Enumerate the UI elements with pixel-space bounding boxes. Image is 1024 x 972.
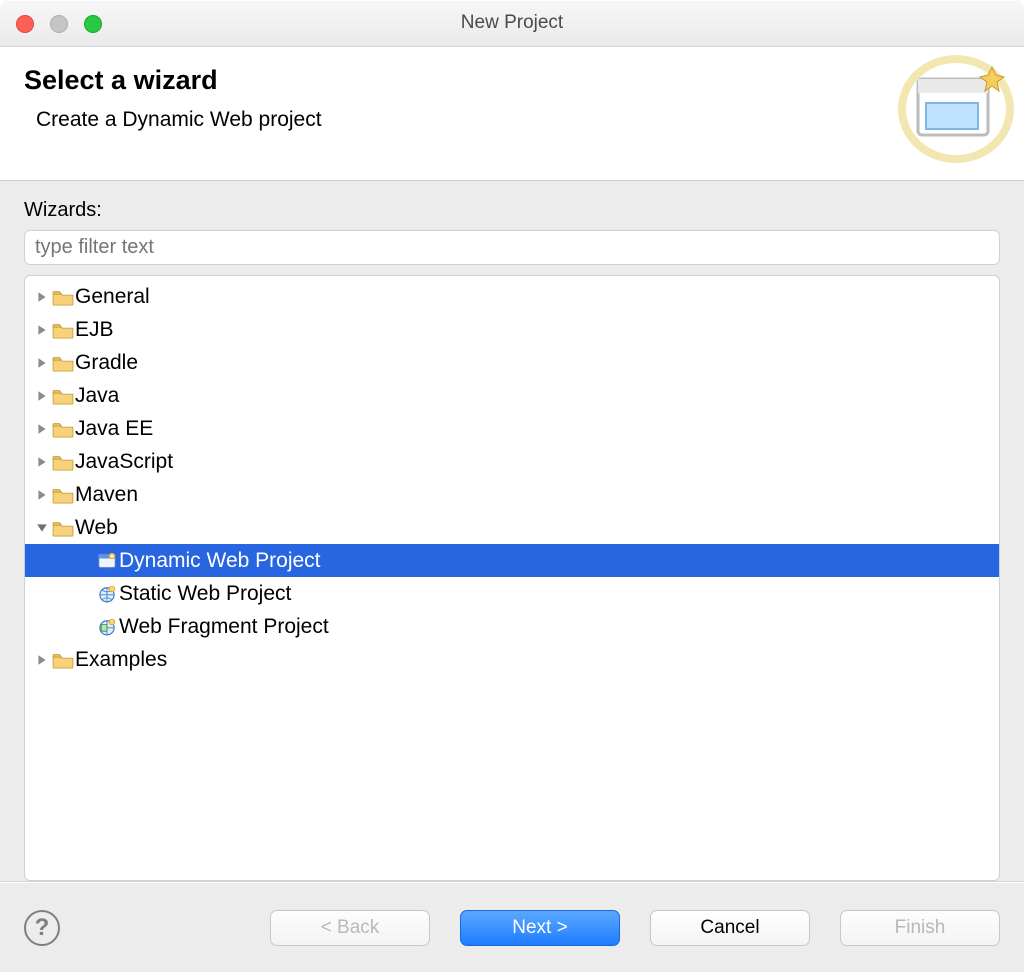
tree-item-web-fragment-project[interactable]: Web Fragment Project [25, 610, 999, 643]
tree-item-label: Gradle [75, 351, 138, 375]
tree-item-label: JavaScript [75, 450, 173, 474]
chevron-right-icon[interactable] [33, 489, 51, 501]
tree-item-java-ee[interactable]: Java EE [25, 412, 999, 445]
tree-item-java[interactable]: Java [25, 379, 999, 412]
folder-icon [51, 651, 75, 669]
wizards-label: Wizards: [24, 199, 1000, 222]
tree-item-label: General [75, 285, 150, 309]
finish-button[interactable]: Finish [840, 910, 1000, 946]
folder-icon [51, 387, 75, 405]
tree-item-label: Java [75, 384, 119, 408]
tree-item-dynamic-web-project[interactable]: Dynamic Web Project [25, 544, 999, 577]
static-web-project-icon [95, 584, 119, 604]
next-button[interactable]: Next > [460, 910, 620, 946]
tree-item-label: EJB [75, 318, 114, 342]
wizard-banner-icon [896, 53, 1016, 173]
maximize-window-button[interactable] [84, 15, 102, 33]
chevron-right-icon[interactable] [33, 324, 51, 336]
cancel-button[interactable]: Cancel [650, 910, 810, 946]
titlebar: New Project [0, 0, 1024, 47]
wizard-tree[interactable]: General EJB Gradle Java Java EE JavaScript Mav… [24, 275, 1000, 881]
wizard-filter-input[interactable] [24, 230, 1000, 265]
tree-item-examples[interactable]: Examples [25, 643, 999, 676]
folder-icon [51, 420, 75, 438]
tree-item-label: Web Fragment Project [119, 615, 329, 639]
back-button[interactable]: < Back [270, 910, 430, 946]
folder-icon [51, 453, 75, 471]
wizard-footer: ? < Back Next > Cancel Finish [0, 882, 1024, 972]
chevron-right-icon[interactable] [33, 456, 51, 468]
wizard-subheading: Create a Dynamic Web project [36, 108, 1000, 132]
chevron-right-icon[interactable] [33, 291, 51, 303]
tree-item-static-web-project[interactable]: Static Web Project [25, 577, 999, 610]
tree-item-ejb[interactable]: EJB [25, 313, 999, 346]
tree-item-maven[interactable]: Maven [25, 478, 999, 511]
tree-item-javascript[interactable]: JavaScript [25, 445, 999, 478]
wizard-heading: Select a wizard [24, 65, 1000, 96]
chevron-right-icon[interactable] [33, 654, 51, 666]
chevron-right-icon[interactable] [33, 423, 51, 435]
window-title: New Project [461, 12, 563, 34]
dynamic-web-project-icon [95, 551, 119, 571]
tree-item-general[interactable]: General [25, 280, 999, 313]
minimize-window-button[interactable] [50, 15, 68, 33]
chevron-right-icon[interactable] [33, 390, 51, 402]
chevron-right-icon[interactable] [33, 357, 51, 369]
tree-item-web[interactable]: Web [25, 511, 999, 544]
chevron-down-icon[interactable] [33, 522, 51, 534]
tree-item-label: Java EE [75, 417, 153, 441]
wizard-banner: Select a wizard Create a Dynamic Web pro… [0, 47, 1024, 181]
help-button[interactable]: ? [24, 910, 60, 946]
tree-item-gradle[interactable]: Gradle [25, 346, 999, 379]
folder-icon [51, 486, 75, 504]
folder-icon [51, 354, 75, 372]
web-fragment-project-icon [95, 617, 119, 637]
tree-item-label: Web [75, 516, 118, 540]
tree-item-label: Maven [75, 483, 138, 507]
folder-icon [51, 288, 75, 306]
wizard-content: Wizards: General EJB Gradle Java Java EE Java… [0, 181, 1024, 882]
window-controls [16, 15, 102, 33]
folder-icon [51, 321, 75, 339]
tree-item-label: Examples [75, 648, 167, 672]
tree-item-label: Dynamic Web Project [119, 549, 321, 573]
tree-item-label: Static Web Project [119, 582, 291, 606]
folder-icon [51, 519, 75, 537]
close-window-button[interactable] [16, 15, 34, 33]
